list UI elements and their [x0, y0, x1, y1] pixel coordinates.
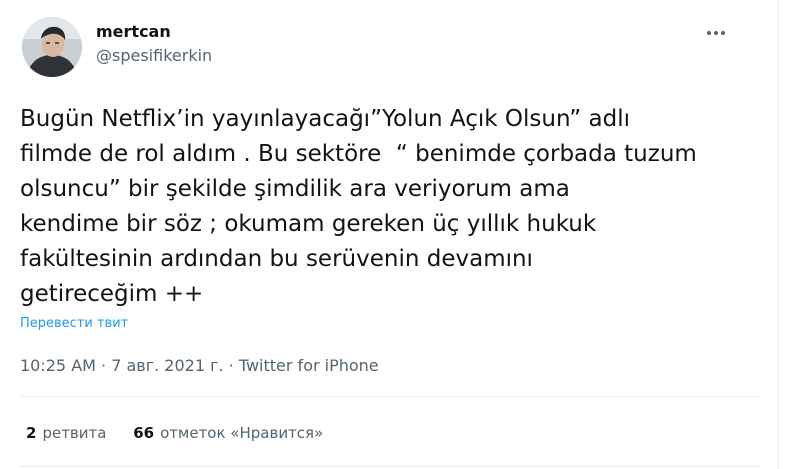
tweet-header: mertcan @spesifikerkin [22, 17, 762, 81]
avatar-image [22, 17, 82, 77]
column-border [778, 0, 779, 469]
retweets-stat[interactable]: 2 ретвита [26, 424, 106, 442]
more-horizontal-icon[interactable] [702, 23, 730, 43]
tweet-meta: 10:25 AM · 7 авг. 2021 г. · Twitter for … [20, 356, 379, 375]
retweets-label: ретвита [42, 424, 107, 442]
user-handle[interactable]: @spesifikerkin [96, 45, 212, 67]
likes-stat[interactable]: 66 отметок «Нравится» [133, 424, 323, 442]
tweet-timestamp[interactable]: 10:25 AM · 7 авг. 2021 г. [20, 356, 224, 375]
likes-label: отметок «Нравится» [160, 424, 324, 442]
author-names: mertcan @spesifikerkin [96, 21, 212, 67]
tweet-stats: 2 ретвита 66 отметок «Нравится» [26, 424, 345, 442]
divider [20, 396, 760, 397]
tweet-source[interactable]: Twitter for iPhone [239, 356, 379, 375]
divider [20, 466, 760, 467]
display-name[interactable]: mertcan [96, 21, 212, 43]
translate-tweet-link[interactable]: Перевести твит [20, 316, 128, 331]
meta-separator: · [223, 356, 239, 375]
tweet-text: Bugün Netflix’in yayınlayacağı”Yolun Açı… [20, 106, 697, 307]
likes-count: 66 [133, 424, 155, 442]
retweets-count: 2 [26, 424, 37, 442]
avatar[interactable] [22, 17, 82, 77]
